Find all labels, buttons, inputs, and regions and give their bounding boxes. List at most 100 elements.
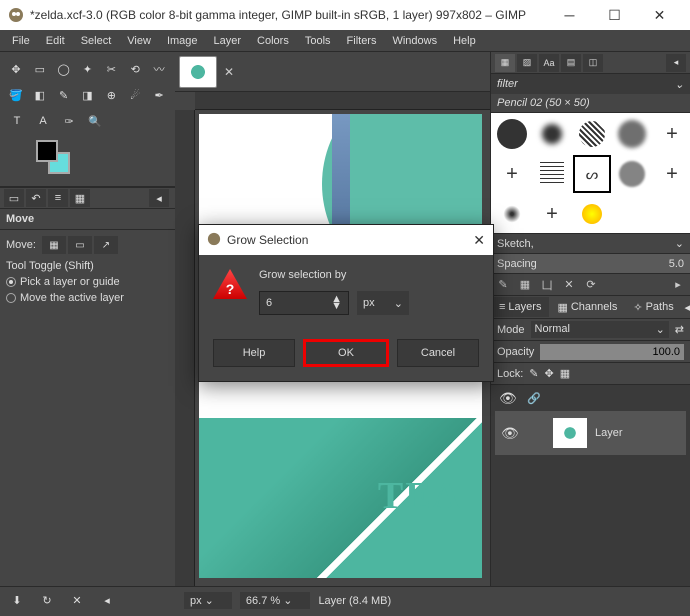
images-tab-icon[interactable]: ▦ [70,189,90,207]
move-active-radio[interactable] [6,293,16,303]
sb-menu-icon[interactable]: ◂ [96,591,118,611]
refresh-brush-icon[interactable]: ⟳ [583,277,599,293]
open-brush-icon[interactable]: ▸ [670,277,686,293]
opacity-value: 100.0 [652,346,680,358]
smudge-icon[interactable]: ☄ [125,84,145,106]
artwork-text: TEA [378,474,462,518]
menu-tools[interactable]: Tools [297,35,339,47]
history-tab-icon[interactable]: ▤ [561,54,581,72]
document-tab[interactable] [179,56,217,88]
edit-brush-icon[interactable]: ✎ [495,277,511,293]
warp-icon[interactable]: 〰 [149,58,169,80]
sb-revert-icon[interactable]: ↻ [36,591,58,611]
brush-grid[interactable]: + + ᔕ + + [491,113,690,233]
menu-file[interactable]: File [4,35,38,47]
menu-colors[interactable]: Colors [249,35,297,47]
lock-alpha-icon[interactable]: ▦ [560,367,570,380]
brush-filter[interactable]: filter ⌄ [491,74,690,94]
sketch-label: Sketch, [497,238,534,250]
fonts-tab-icon[interactable]: Aa [539,54,559,72]
layer-thumbnail [553,418,587,448]
tab-layers[interactable]: ≡Layers [491,297,549,317]
fg-color-swatch[interactable] [36,140,58,162]
clone-icon[interactable]: ⊕ [101,84,121,106]
brush-category[interactable]: Sketch, ⌄ [491,233,690,253]
tool-options-tab-icon[interactable]: ▭ [4,189,24,207]
zoom-icon[interactable]: 🔍 [84,110,106,132]
close-button[interactable]: ✕ [637,0,682,30]
menu-filters[interactable]: Filters [339,35,385,47]
menu-windows[interactable]: Windows [384,35,445,47]
layer-list: 👁 🔗 👁 Layer [491,385,690,586]
move-mode-layer-icon[interactable]: ▦ [42,236,66,254]
grow-amount-input[interactable]: 6 ▲▼ [259,291,349,315]
selected-brush[interactable]: ᔕ [573,155,611,193]
sb-save-icon[interactable]: ⬇ [6,591,28,611]
spin-down-icon[interactable]: ▼ [331,303,342,310]
menu-layer[interactable]: Layer [206,35,250,47]
rect-select-icon[interactable]: ▭ [30,58,50,80]
bucket-icon[interactable]: 🪣 [6,84,26,106]
undo-history-tab-icon[interactable]: ↶ [26,189,46,207]
text-icon[interactable]: T [6,110,28,132]
maximize-button[interactable]: ☐ [592,0,637,30]
menu-image[interactable]: Image [159,35,206,47]
layer-name[interactable]: Layer [595,427,623,439]
menubar: File Edit Select View Image Layer Colors… [0,30,690,52]
menu-edit[interactable]: Edit [38,35,73,47]
tool-options-title: Move [0,209,175,230]
layers-tab-menu-icon[interactable]: ◂ [684,301,690,314]
misc-tab-icon[interactable]: ◫ [583,54,603,72]
zoom-select[interactable]: 66.7 % ⌄ [240,592,311,609]
menu-help[interactable]: Help [445,35,484,47]
move-mode-path-icon[interactable]: ↗ [94,236,118,254]
minimize-button[interactable]: ─ [547,0,592,30]
gimp-icon [207,232,221,249]
pencil-icon[interactable]: ✎ [54,84,74,106]
lock-position-icon[interactable]: ✥ [545,367,554,380]
brushes-tab-icon[interactable]: ▦ [495,54,515,72]
brush-spacing[interactable]: Spacing 5.0 [491,253,690,273]
document-tabs: ✕ [175,52,490,92]
tab-menu-icon[interactable]: ◂ [149,189,169,207]
unit-select[interactable]: px ⌄ [184,592,232,609]
patterns-tab-icon[interactable]: ▨ [517,54,537,72]
mode-switch-icon[interactable]: ⇄ [675,323,684,336]
move-tool-icon[interactable]: ✥ [6,58,26,80]
ruler-vertical [175,110,195,586]
layer-visibility-icon[interactable]: 👁 [501,425,519,442]
mode-select[interactable]: Normal ⌄ [531,321,669,338]
menu-view[interactable]: View [119,35,159,47]
picker-icon[interactable]: ✑ [58,110,80,132]
close-tab-icon[interactable]: ✕ [221,64,237,80]
layer-item[interactable]: 👁 Layer [495,411,686,455]
fg-bg-colors[interactable] [36,140,76,176]
move-mode-selection-icon[interactable]: ▭ [68,236,92,254]
new-brush-icon[interactable]: ▦ [517,277,533,293]
delete-brush-icon[interactable]: ✕ [561,277,577,293]
path-icon[interactable]: ✒ [149,84,169,106]
pick-layer-radio[interactable] [6,277,16,287]
tab-paths[interactable]: ✧Paths [625,297,681,318]
menu-select[interactable]: Select [73,35,120,47]
ruler-horizontal [195,92,490,110]
rotate-icon[interactable]: ⟲ [125,58,145,80]
ok-button[interactable]: OK [303,339,389,367]
tab-channels[interactable]: ▦Channels [549,297,625,318]
crop-icon[interactable]: ✂ [101,58,121,80]
heal-icon[interactable]: A [32,110,54,132]
opacity-slider[interactable]: 100.0 [540,344,684,360]
eraser-icon[interactable]: ◨ [78,84,98,106]
device-tab-icon[interactable]: ≡ [48,189,68,207]
sb-delete-icon[interactable]: ✕ [66,591,88,611]
dialog-close-icon[interactable]: ✕ [473,232,485,249]
right-tab-menu-icon[interactable]: ◂ [666,54,686,72]
free-select-icon[interactable]: ◯ [54,58,74,80]
gradient-icon[interactable]: ◧ [30,84,50,106]
help-button[interactable]: Help [213,339,295,367]
lock-pixels-icon[interactable]: ✎ [529,367,538,380]
unit-select[interactable]: px ⌄ [357,291,409,315]
cancel-button[interactable]: Cancel [397,339,479,367]
fuzzy-select-icon[interactable]: ✦ [78,58,98,80]
duplicate-brush-icon[interactable]: ⼐ [539,277,555,293]
